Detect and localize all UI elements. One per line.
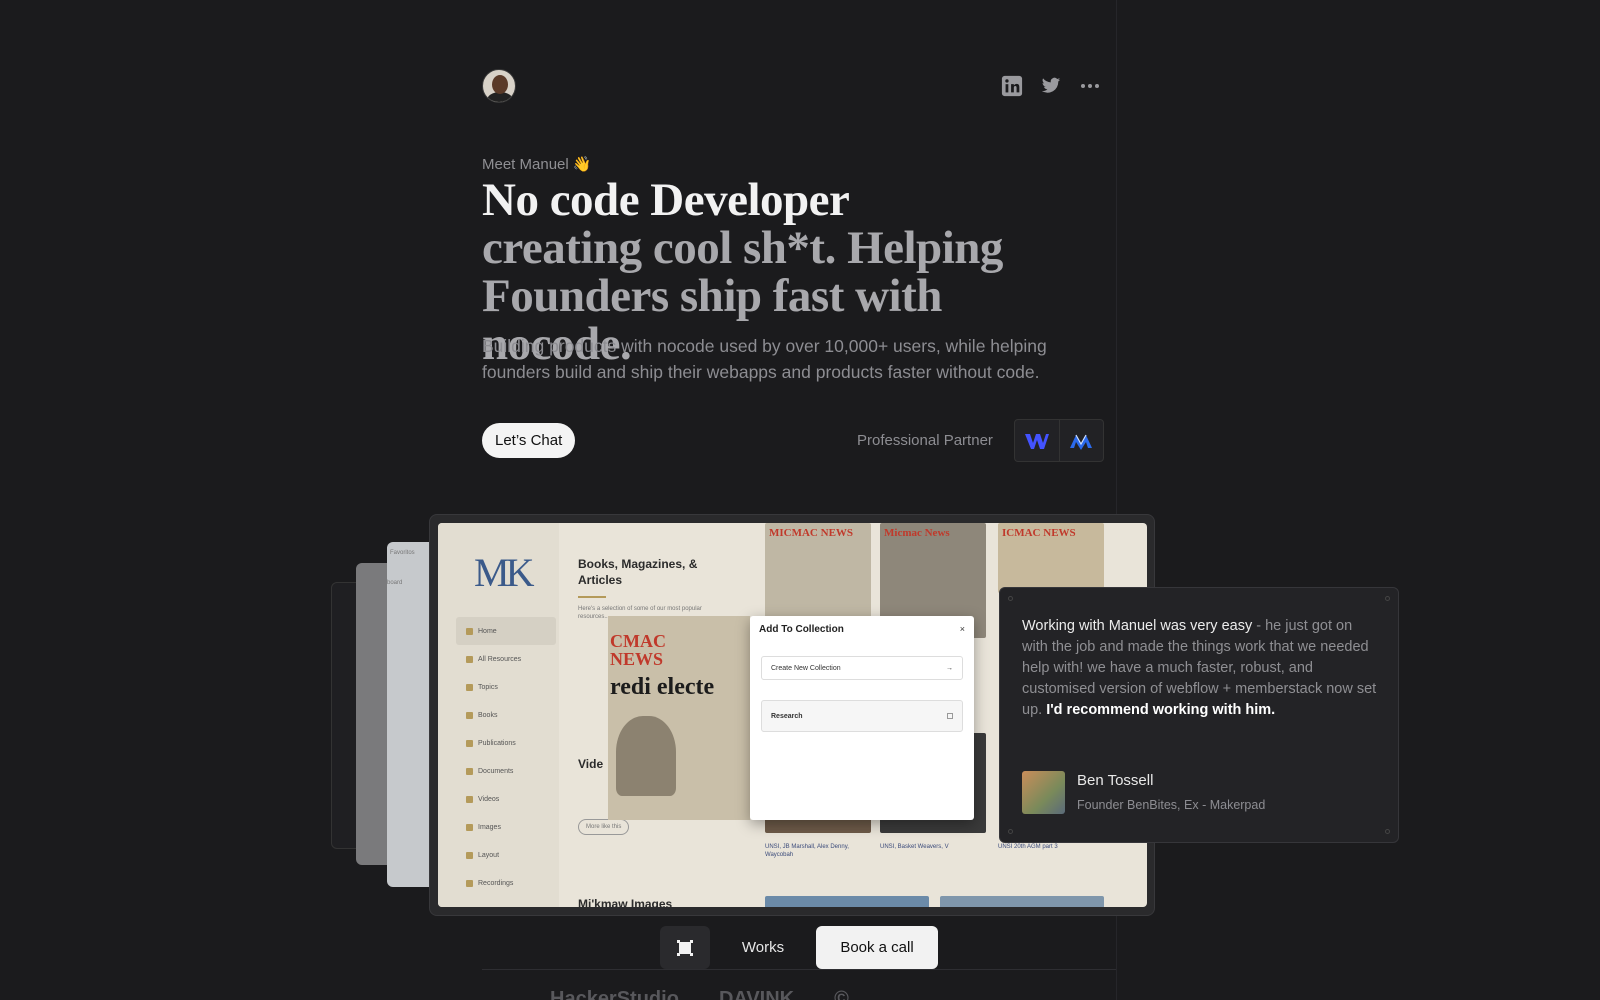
client-logo: DAVINK [718,988,795,1000]
headline-line-1: No code Developer [482,174,850,226]
thumbnail-card[interactable]: ICMAC NEWS [998,523,1104,593]
modal-newspaper-image: CMAC NEWS redi electe [608,616,750,820]
twitter-icon[interactable] [1039,74,1063,98]
checkbox-icon[interactable] [947,713,953,719]
intro-eyebrow: Meet Manuel 👋 [482,156,592,173]
partner-label: Professional Partner [857,432,993,449]
add-to-collection-modal: Add To Collection × Create New Collectio… [750,616,974,820]
preview-nav: Home All Resources Topics Books Publicat… [456,617,556,897]
linkedin-icon[interactable] [1000,74,1024,98]
hero-lead: Building products with nocode used by ov… [482,336,1047,382]
ghost-label: board [387,580,403,586]
thumbnail-caption: UNSI, JB Marshall, Alex Denny, Waycobah [765,844,849,858]
preview-nav-item[interactable]: Images [456,813,556,841]
preview-nav-item[interactable]: Recordings [456,869,556,897]
book-call-button[interactable]: Book a call [816,926,938,969]
preview-nav-item[interactable]: Layout [456,841,556,869]
profile-avatar[interactable] [482,69,516,103]
image-strip [765,896,929,907]
preview-sidebar: MK Home All Resources Topics Books Publi… [438,523,559,907]
works-link[interactable]: Works [710,926,816,969]
thumbnail-caption: UNSI, Basket Weavers, V [880,844,949,850]
gold-underline [578,596,606,598]
arrow-right-icon: → [946,664,953,672]
section-divider [482,969,1116,970]
preview-nav-item[interactable]: Books [456,701,556,729]
testimonial-role: Founder BenBites, Ex - Makerpad [1077,798,1266,812]
modal-title: Add To Collection [759,624,844,635]
client-logos: HackerStudio DAVINK © [550,988,849,1000]
testimonial-name: Ben Tossell [1077,772,1154,789]
create-collection-button[interactable]: Create New Collection → [761,656,963,680]
preview-bottom-title: Mi'kmaw Images [578,897,673,907]
memberstack-icon[interactable] [1058,420,1104,461]
client-logo: © [834,988,849,1000]
preview-nav-item[interactable]: Home [456,617,556,645]
mk-logo: MK [474,550,534,595]
preview-nav-item[interactable]: Topics [456,673,556,701]
testimonial-card: Working with Manuel was very easy - he j… [999,587,1399,843]
webflow-icon[interactable] [1015,420,1059,461]
works-icon[interactable] [660,926,710,969]
preview-nav-item[interactable]: Videos [456,785,556,813]
page: Meet Manuel 👋 No code Developer creating… [0,0,1600,1000]
ghost-label: Favoritos [390,550,415,556]
preview-nav-item[interactable]: Documents [456,757,556,785]
bottom-dock: Works Book a call [660,926,938,969]
preview-section-title: Books, Magazines, & Articles [578,557,698,587]
close-icon[interactable]: × [960,624,965,634]
thumbnail-caption: UNSI 20th AGM part 3 [998,844,1058,850]
preview-videos-title: Vide [578,757,604,771]
lets-chat-button[interactable]: Let’s Chat [482,423,576,458]
preview-nav-item[interactable]: Publications [456,729,556,757]
testimonial-quote: Working with Manuel was very easy - he j… [1022,618,1377,718]
testimonial-avatar [1022,771,1065,814]
partner-logos [1014,419,1104,462]
image-strip [940,896,1104,907]
preview-nav-item[interactable]: All Resources [456,645,556,673]
client-logo: HackerStudio [550,988,679,1000]
more-like-this-button[interactable]: More like this [578,819,630,835]
more-icon[interactable] [1078,74,1102,98]
research-collection-option[interactable]: Research [761,700,963,732]
